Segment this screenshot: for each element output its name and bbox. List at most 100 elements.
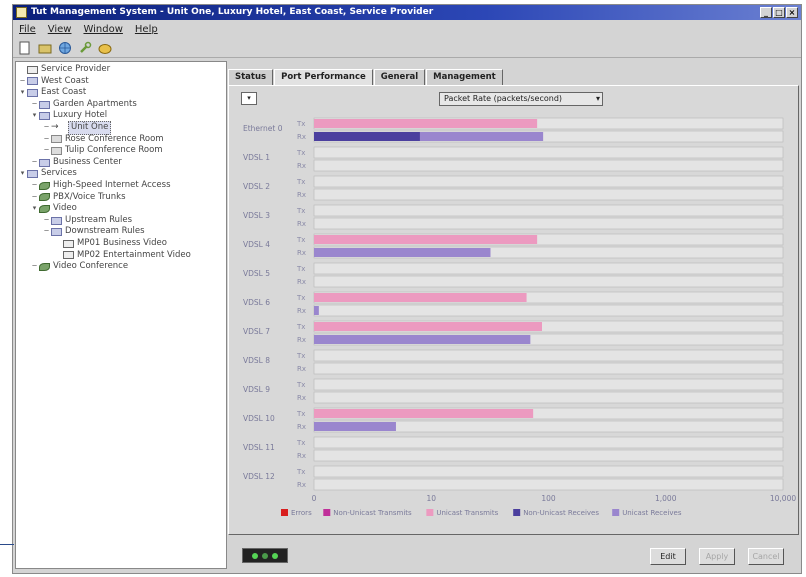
expander-icon[interactable]: ─	[30, 192, 39, 204]
tree-item[interactable]: ─ Upstream Rules	[16, 215, 226, 227]
tree-item[interactable]: ─ Video Conference	[16, 261, 226, 273]
legend-label: Errors	[291, 509, 312, 517]
bar-track	[313, 217, 784, 230]
expander-icon[interactable]: ─	[30, 261, 39, 273]
tree-item[interactable]: Service Provider	[16, 64, 226, 76]
bar-track	[313, 262, 784, 275]
expander-icon[interactable]: ─	[42, 122, 51, 134]
row-label-tx: Tx	[296, 149, 305, 157]
bar-unicast-tx	[314, 119, 538, 128]
expander-icon[interactable]: ─	[42, 215, 51, 227]
port-label: VDSL 12	[243, 472, 275, 481]
open-icon[interactable]	[37, 40, 53, 56]
expander-icon[interactable]: ▾	[30, 110, 39, 122]
folder-icon	[51, 216, 62, 225]
app-window: Tut Management System - Unit One, Luxury…	[12, 4, 802, 574]
tree-item[interactable]: ─ West Coast	[16, 76, 226, 88]
folder-icon	[39, 158, 50, 167]
expander-icon[interactable]: ▾	[18, 87, 27, 99]
menu-help[interactable]: Help	[135, 24, 158, 35]
row-label-rx: Rx	[297, 191, 306, 199]
row-label-tx: Tx	[296, 207, 305, 215]
port-label: VDSL 7	[243, 327, 270, 336]
row-label-rx: Rx	[297, 365, 306, 373]
x-tick-label: 10	[426, 494, 436, 503]
expander-icon[interactable]: ─	[42, 226, 51, 238]
menu-file[interactable]: File	[19, 24, 36, 35]
row-label-rx: Rx	[297, 452, 306, 460]
help-icon[interactable]	[97, 40, 113, 56]
tree-item[interactable]: ─ High-Speed Internet Access	[16, 180, 226, 192]
tab-general[interactable]: General	[373, 69, 426, 85]
legend-swatch	[513, 509, 521, 516]
navigation-tree[interactable]: Service Provider ─ West Coast ▾ East Coast ─ G…	[15, 61, 227, 569]
tree-item[interactable]: MP02 Entertainment Video	[16, 250, 226, 262]
minimize-button[interactable]: _	[760, 7, 772, 18]
tab-port-performance[interactable]: Port Performance	[274, 69, 373, 86]
tree-item[interactable]: ─ Garden Apartments	[16, 99, 226, 111]
bar-track	[313, 175, 784, 188]
expander-icon[interactable]: ─	[42, 145, 51, 157]
status-led-icon	[252, 552, 258, 559]
legend-swatch	[323, 509, 331, 516]
tree-item-label: MP02 Entertainment Video	[77, 249, 191, 260]
tree-item[interactable]: ─ Downstream Rules	[16, 226, 226, 238]
expander-icon[interactable]: ─	[42, 134, 51, 146]
maximize-button[interactable]: □	[773, 7, 785, 18]
port-label: VDSL 4	[243, 240, 270, 249]
menu-window[interactable]: Window	[83, 24, 122, 35]
tree-item[interactable]: ─ Tulip Conference Room	[16, 145, 226, 157]
expander-icon[interactable]: ─	[30, 157, 39, 169]
metric-select[interactable]: Packet Rate (packets/second) ▾	[439, 92, 603, 106]
cancel-button[interactable]: Cancel	[748, 548, 784, 565]
menu-view[interactable]: View	[48, 24, 72, 35]
port-label: VDSL 9	[243, 385, 270, 394]
apply-button[interactable]: Apply	[699, 548, 735, 565]
tree-item[interactable]: ─ → Unit One	[16, 120, 226, 135]
expander-icon[interactable]: ─	[18, 76, 27, 88]
tree-item-label: Unit One	[68, 120, 112, 135]
tree-item[interactable]: ▾ East Coast	[16, 87, 226, 99]
tab-management[interactable]: Management	[426, 69, 503, 85]
tree-item[interactable]: ▾ Luxury Hotel	[16, 110, 226, 122]
tree-item-label: PBX/Voice Trunks	[53, 191, 126, 202]
tree-item[interactable]: MP01 Business Video	[16, 238, 226, 250]
tree-item[interactable]: ─ Rose Conference Room	[16, 134, 226, 146]
row-label-tx: Tx	[296, 236, 305, 244]
tree-item[interactable]: ─ PBX/Voice Trunks	[16, 192, 226, 204]
tree-item-label: Service Provider	[41, 64, 111, 74]
new-icon[interactable]	[17, 40, 33, 56]
tree-item-label: Garden Apartments	[53, 98, 137, 109]
expander-icon[interactable]: ▾	[30, 203, 39, 215]
window-controls: _ □ ×	[760, 7, 798, 18]
expander-icon[interactable]: ─	[30, 180, 39, 192]
room-icon	[51, 135, 62, 144]
port-label: VDSL 3	[243, 211, 270, 220]
view-selector[interactable]: ▾	[241, 92, 257, 105]
edit-button[interactable]: Edit	[650, 548, 686, 565]
legend-label: Unicast Transmits	[436, 509, 498, 517]
close-button[interactable]: ×	[786, 7, 798, 18]
document-icon	[63, 251, 74, 260]
title-bar[interactable]: Tut Management System - Unit One, Luxury…	[13, 5, 801, 20]
divider-line	[0, 544, 14, 545]
expander-icon[interactable]: ▾	[18, 168, 27, 180]
row-label-tx: Tx	[296, 381, 305, 389]
globe-icon[interactable]	[57, 40, 73, 56]
tab-status[interactable]: Status	[228, 69, 274, 85]
bar-track	[313, 478, 784, 491]
folder-icon	[27, 170, 38, 179]
x-tick-label: 0	[312, 494, 317, 503]
bar-unicast-tx	[314, 409, 534, 418]
wrench-icon[interactable]	[77, 40, 93, 56]
tree-item[interactable]: ▾ Video	[16, 203, 226, 215]
port-label: VDSL 1	[243, 153, 270, 162]
folder-icon	[27, 88, 38, 97]
tree-item[interactable]: ─ Business Center	[16, 157, 226, 169]
folder-icon	[27, 77, 38, 86]
folder-icon	[27, 65, 38, 74]
expander-icon[interactable]: ─	[30, 99, 39, 111]
tree-item[interactable]: ▾ Services	[16, 168, 226, 180]
row-label-rx: Rx	[297, 133, 306, 141]
bar-track	[313, 204, 784, 217]
